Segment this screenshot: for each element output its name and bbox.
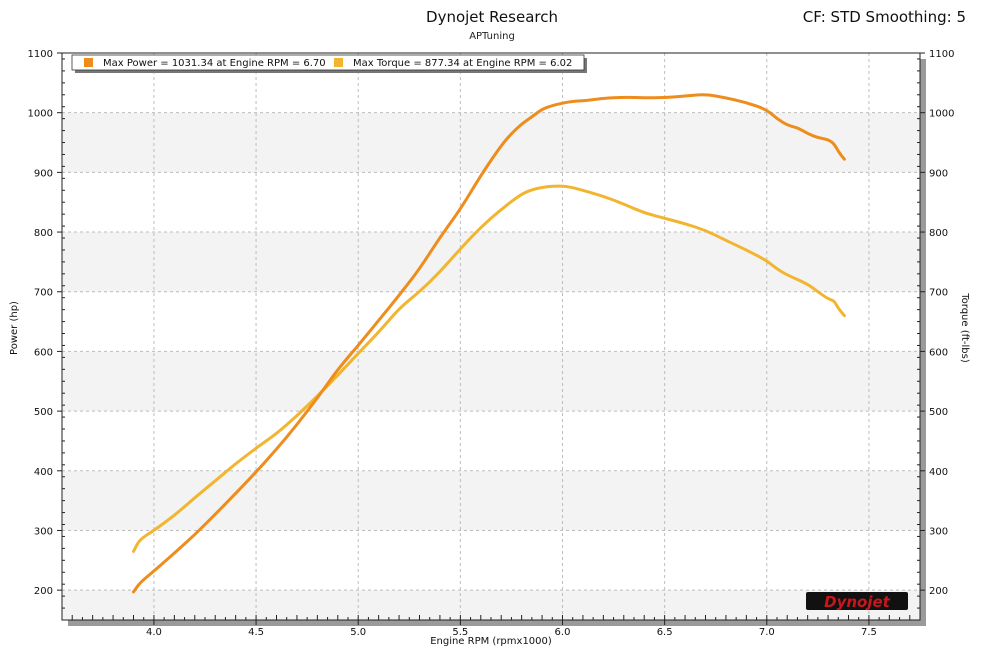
y-left-tick-label: 700 [34, 288, 53, 299]
y-axis-right-label: Torque (ft-lbs) [959, 292, 970, 363]
y-left-tick-label: 400 [34, 467, 53, 478]
x-tick-label: 7.0 [759, 627, 775, 638]
y-right-tick-label: 300 [929, 526, 948, 537]
y-left-tick-label: 1100 [28, 49, 53, 60]
y-right-tick-label: 200 [929, 586, 948, 597]
y-right-tick-label: 600 [929, 347, 948, 358]
y-left-tick-label: 600 [34, 347, 53, 358]
y-axis-left-label: Power (hp) [9, 301, 20, 355]
chart-subtitle: APTuning [469, 31, 515, 42]
plot-bands [62, 53, 920, 620]
y-left-tick-label: 1000 [28, 109, 53, 120]
legend-label-power: Max Power = 1031.34 at Engine RPM = 6.70 [103, 58, 326, 69]
dynojet-logo: Dynojet [806, 592, 908, 611]
y-right-tick-label: 700 [929, 288, 948, 299]
legend: Max Power = 1031.34 at Engine RPM = 6.70… [71, 54, 587, 73]
y-right-tick-label: 500 [929, 407, 948, 418]
y-left-tick-label: 300 [34, 526, 53, 537]
x-tick-label: 4.5 [248, 627, 264, 638]
legend-label-torque: Max Torque = 877.34 at Engine RPM = 6.02 [353, 58, 572, 69]
y-right-tick-label: 1100 [929, 49, 954, 60]
plot-band [62, 351, 920, 412]
y-right-tick-label: 800 [929, 228, 948, 239]
y-axis-left: 200 300 400 500 600 700 800 900 1000 1100 [28, 49, 65, 621]
legend-swatch-power [84, 58, 93, 67]
y-right-tick-label: 400 [929, 467, 948, 478]
plot-band [62, 112, 920, 173]
y-left-tick-label: 900 [34, 168, 53, 179]
legend-swatch-torque [334, 58, 343, 67]
y-right-tick-label: 1000 [929, 109, 954, 120]
plot-band [62, 590, 920, 620]
logo-text: Dynojet [824, 593, 891, 611]
x-axis-label: Engine RPM (rpmx1000) [430, 636, 552, 647]
plot-band [62, 232, 920, 292]
chart-title: Dynojet Research [426, 8, 558, 26]
x-tick-label: 4.0 [146, 627, 162, 638]
y-left-tick-label: 200 [34, 586, 53, 597]
x-tick-label: 6.0 [555, 627, 571, 638]
x-tick-label: 5.0 [350, 627, 366, 638]
x-tick-label: 6.5 [657, 627, 673, 638]
correction-factor-label: CF: STD Smoothing: 5 [803, 8, 966, 26]
y-left-tick-label: 500 [34, 407, 53, 418]
x-tick-label: 7.5 [861, 627, 877, 638]
y-left-tick-label: 800 [34, 228, 53, 239]
y-right-tick-label: 900 [929, 168, 948, 179]
dyno-chart: Dynojet Research APTuning CF: STD Smooth… [9, 8, 970, 647]
